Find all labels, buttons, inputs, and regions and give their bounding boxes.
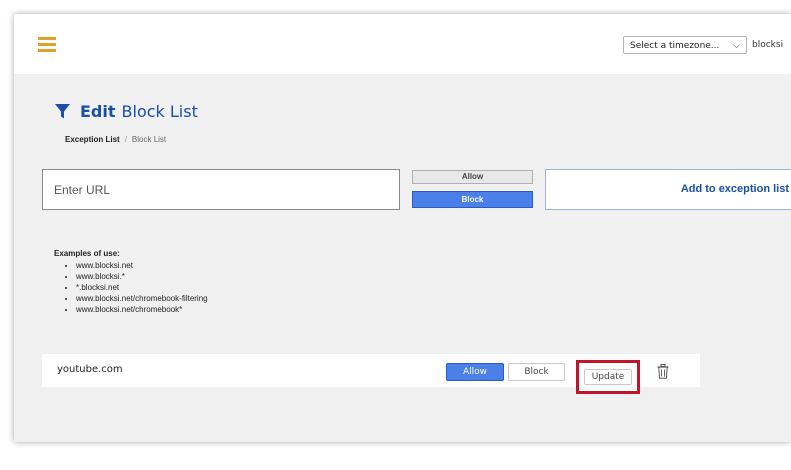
example-item: www.blocksi.net/chromebook-filtering [76,293,208,304]
entry-allow-button[interactable]: Allow [446,363,504,381]
chevron-down-icon: ⌵ [733,41,740,51]
breadcrumb-block-list: Block List [131,135,167,144]
user-menu[interactable]: blocksi [752,36,791,54]
app-frame: Select a timezone... ⌵ blocksi Edit Bloc… [14,14,791,442]
page-title: Edit Block List [54,100,198,122]
breadcrumb: Exception List / Block List [65,135,166,144]
entry-block-button[interactable]: Block [508,363,565,381]
page-title-action: Edit [80,101,116,121]
menu-icon[interactable] [38,37,56,52]
timezone-select-label: Select a timezone... [630,41,720,51]
example-item: *.blocksi.net [76,282,208,293]
top-bar: Select a timezone... ⌵ blocksi [14,14,791,74]
timezone-select[interactable]: Select a timezone... ⌵ [623,36,747,54]
breadcrumb-exception-list[interactable]: Exception List [65,135,120,144]
block-toggle[interactable]: Block [412,191,533,208]
update-button[interactable]: Update [584,369,632,385]
examples-list: www.blocksi.net www.blocksi.* *.blocksi.… [54,260,208,315]
breadcrumb-separator: / [124,135,127,144]
update-highlight-box: Update [576,360,640,394]
entry-domain: youtube.com [57,364,123,375]
filter-icon [55,103,70,118]
example-item: www.blocksi.net [76,260,208,271]
add-to-exception-list-button[interactable]: Add to exception list [545,169,791,210]
url-input[interactable] [42,169,400,210]
examples-of-use: Examples of use: www.blocksi.net www.blo… [54,248,208,315]
allow-toggle[interactable]: Allow [412,170,533,184]
trash-icon[interactable] [657,364,669,379]
example-item: www.blocksi.net/chromebook* [76,304,208,315]
examples-title: Examples of use: [54,249,120,258]
example-item: www.blocksi.* [76,271,208,282]
page-title-text: Block List [121,101,198,121]
